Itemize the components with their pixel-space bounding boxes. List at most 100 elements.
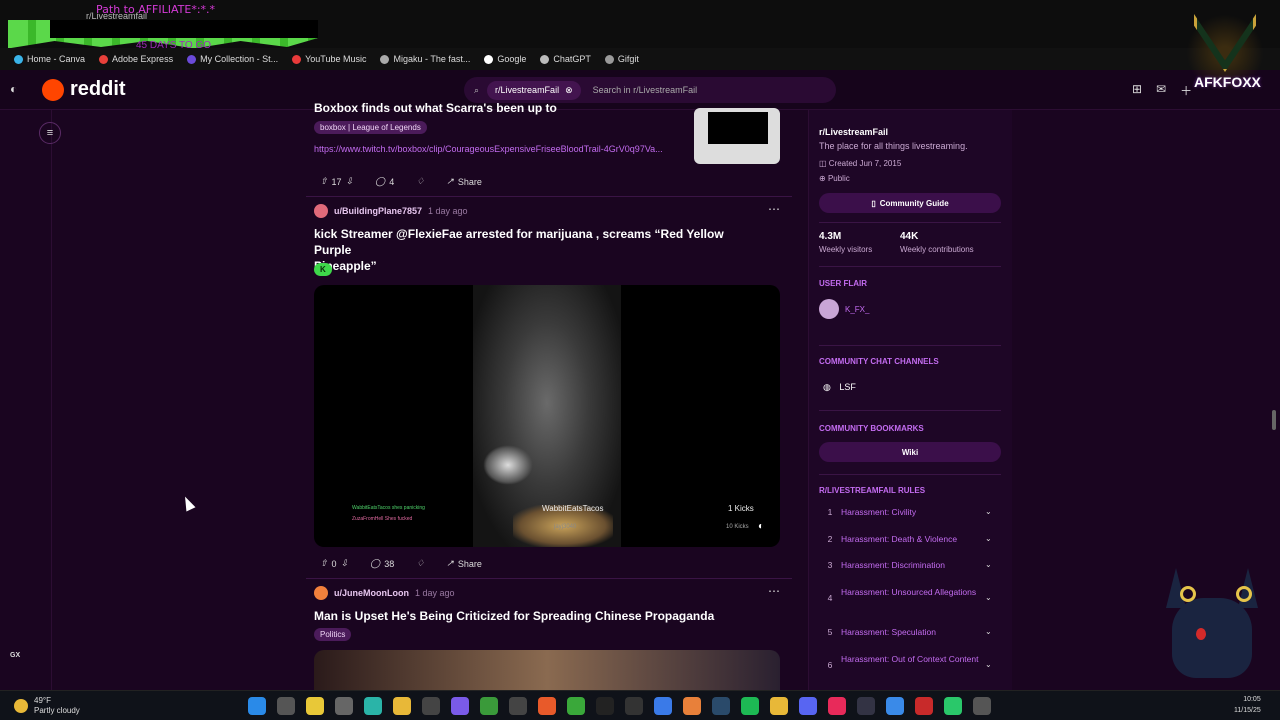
bookmarks-heading: COMMUNITY BOOKMARKS <box>819 424 924 433</box>
rule-item[interactable]: 4 Harassment: Unsourced Allegations ⌄ <box>819 586 999 604</box>
post-divider <box>306 578 792 579</box>
start-icon[interactable] <box>248 697 266 715</box>
notes-icon[interactable] <box>306 697 324 715</box>
chrome-alt-icon[interactable] <box>886 697 904 715</box>
post-media-preview[interactable] <box>314 650 780 690</box>
post-author[interactable]: u/JuneMoonLoon <box>334 588 409 598</box>
steam-icon[interactable] <box>712 697 730 715</box>
post-flair[interactable]: boxbox | League of Legends <box>314 121 427 134</box>
rule-item[interactable]: 6 Harassment: Out of Context Content ⌄ <box>819 653 999 671</box>
bookmark-adobe-express[interactable]: Adobe Express <box>99 54 173 64</box>
copilot-icon[interactable] <box>451 697 469 715</box>
xbox-icon[interactable] <box>567 697 585 715</box>
rule-item[interactable]: 3 Harassment: Discrimination ⌄ <box>819 559 999 571</box>
bookmark-my-collection[interactable]: My Collection - St... <box>187 54 278 64</box>
reddit-logo[interactable]: reddit <box>42 78 126 101</box>
vote-control[interactable]: ⇧ 0 ⇩ <box>320 558 348 569</box>
weather-widget[interactable]: 49°F Partly cloudy <box>14 696 80 716</box>
post-title[interactable]: Man is Upset He's Being Criticized for S… <box>314 608 714 624</box>
post-options-icon[interactable]: ⋯ <box>768 584 780 598</box>
comments-button[interactable]: ◯ 38 <box>370 558 394 569</box>
settings-icon[interactable] <box>335 697 353 715</box>
migaku-icon <box>380 54 390 64</box>
user-flair-heading: USER FLAIR <box>819 279 867 288</box>
bluestacks-icon[interactable] <box>654 697 672 715</box>
chrome-icon[interactable] <box>770 697 788 715</box>
downvote-icon[interactable]: ⇩ <box>341 558 349 569</box>
post-meta: u/BuildingPlane7857 1 day ago <box>314 204 468 218</box>
post-options-icon[interactable]: ⋯ <box>768 202 780 216</box>
rule-item[interactable]: 5 Harassment: Speculation ⌄ <box>819 626 999 638</box>
downvote-icon[interactable]: ⇩ <box>346 176 354 187</box>
steam-alt-icon[interactable] <box>857 697 875 715</box>
ads-icon[interactable]: ⊞ <box>1132 82 1142 99</box>
streamer-name: WabbitEatsTacos <box>542 504 604 513</box>
app-green-icon[interactable] <box>944 697 962 715</box>
share-button[interactable]: ↗ Share <box>446 176 482 187</box>
bookmark-chatgpt[interactable]: ChatGPT <box>540 54 591 64</box>
terminal-icon[interactable] <box>973 697 991 715</box>
sidebar-divider <box>819 345 1001 346</box>
subreddit-search-chip[interactable]: r/LivestreamFail ⊗ <box>487 80 581 100</box>
wiki-button[interactable]: Wiki <box>819 442 1001 462</box>
bookmark-migaku[interactable]: Migaku - The fast... <box>380 54 470 64</box>
left-rail: ≡ ◐ <box>0 82 61 690</box>
community-guide-button[interactable]: ▯ Community Guide <box>819 193 1001 213</box>
user-flair-avatar[interactable] <box>819 299 839 319</box>
user-avatar[interactable] <box>314 204 328 218</box>
rule-item[interactable]: 1 Harassment: Civility ⌄ <box>819 506 999 518</box>
menu-toggle-button[interactable]: ≡ <box>39 122 61 144</box>
app-orange-icon[interactable] <box>683 697 701 715</box>
chat-channel-lsf[interactable]: ◍ LSF <box>823 382 856 393</box>
post-author[interactable]: u/BuildingPlane7857 <box>334 206 422 216</box>
post-thumbnail[interactable] <box>694 108 780 164</box>
user-avatar[interactable] <box>314 586 328 600</box>
bookmark-google[interactable]: Google <box>484 54 526 64</box>
task-view-icon[interactable] <box>277 697 295 715</box>
nvidia-icon[interactable] <box>480 697 498 715</box>
chevron-down-icon: ⌄ <box>985 627 992 636</box>
video-highlight <box>483 445 533 485</box>
taskbar-apps <box>248 697 991 715</box>
upvote-icon[interactable]: ⇧ <box>320 176 328 187</box>
discord-app-icon[interactable] <box>799 697 817 715</box>
rule-item[interactable]: 2 Harassment: Death & Violence ⌄ <box>819 533 999 545</box>
affiliate-overlay-title: Path to AFFILIATE*:*.* <box>96 3 216 16</box>
post-flair[interactable]: Politics <box>314 628 352 641</box>
opera-gx-icon[interactable] <box>828 697 846 715</box>
file-explorer-icon[interactable] <box>393 697 411 715</box>
obs-studio-icon[interactable] <box>596 697 614 715</box>
obs-icon[interactable] <box>538 697 556 715</box>
comments-button[interactable]: ◯ 4 <box>375 176 394 187</box>
chatgpt-icon <box>540 54 550 64</box>
recorder-icon[interactable] <box>915 697 933 715</box>
discord-icon[interactable]: ◐ <box>10 82 17 96</box>
user-flair-name[interactable]: K_FX_ <box>845 305 869 314</box>
chevron-down-icon: ⌄ <box>985 560 992 569</box>
post-title[interactable]: Boxbox finds out what Scarra's been up t… <box>314 100 557 116</box>
bookmark-youtube-music[interactable]: YouTube Music <box>292 54 366 64</box>
community-name[interactable]: r/LivestreamFail <box>819 127 888 137</box>
vote-control[interactable]: ⇧ 17 ⇩ <box>320 176 353 187</box>
bookmark-gifgit[interactable]: Gifgit <box>604 54 639 64</box>
volume-icon[interactable]: ◐ <box>758 521 764 532</box>
unity-icon[interactable] <box>625 697 643 715</box>
clear-chip-icon[interactable]: ⊗ <box>565 85 573 96</box>
chat-icon[interactable]: ✉ <box>1156 82 1166 99</box>
upvote-icon[interactable]: ⇧ <box>320 558 328 569</box>
bookmark-canva[interactable]: Home - Canva <box>14 54 85 64</box>
edge-icon[interactable] <box>364 697 382 715</box>
share-button[interactable]: ↗ Share <box>446 558 482 569</box>
award-button[interactable]: ♢ <box>416 558 424 569</box>
post-title[interactable]: kick Streamer @FlexieFae arrested for ma… <box>314 226 754 274</box>
search-input[interactable]: Search in r/LivestreamFail <box>593 85 698 95</box>
award-button[interactable]: ♢ <box>416 176 424 187</box>
app-icon[interactable] <box>509 697 527 715</box>
video-player[interactable]: WabbitEatsTacos shes panicking ZuzaFromH… <box>314 285 780 547</box>
kick-flair[interactable]: K <box>314 263 332 276</box>
system-clock[interactable]: 10:05 11/15/25 <box>1234 694 1261 716</box>
spotify-icon[interactable] <box>741 697 759 715</box>
page-scrollbar[interactable] <box>1272 410 1276 430</box>
calculator-icon[interactable] <box>422 697 440 715</box>
post-link[interactable]: https://www.twitch.tv/boxbox/clip/Courag… <box>314 144 663 154</box>
